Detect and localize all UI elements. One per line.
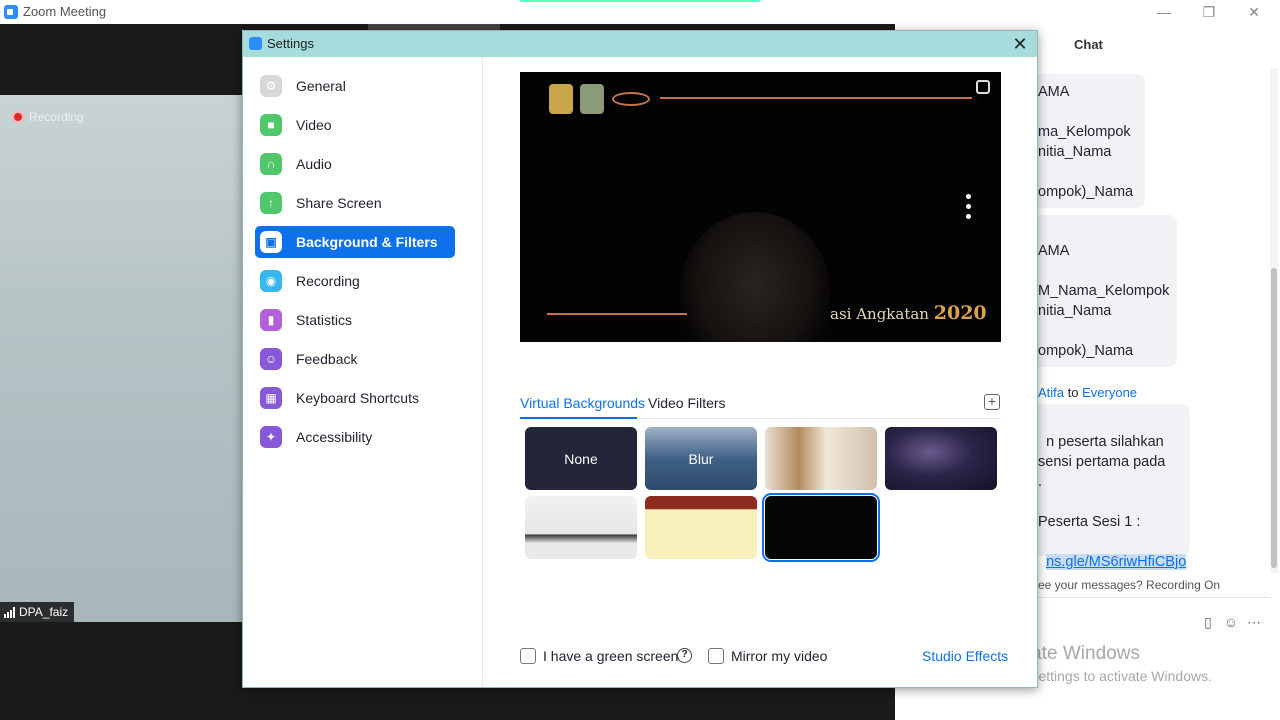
zoom-app-icon (4, 5, 18, 19)
sidebar-item-label: General (296, 78, 346, 94)
sidebar-item-statistics[interactable]: ▮ Statistics (255, 304, 455, 336)
settings-title: Settings (267, 36, 314, 51)
headphones-icon: ∩ (260, 153, 282, 175)
gear-icon: ⚙ (260, 75, 282, 97)
chat-message-text: n peserta silahkan sensi pertama pada . … (1038, 434, 1166, 530)
sidebar-item-label: Statistics (296, 312, 353, 328)
share-screen-icon: ↑ (260, 192, 282, 214)
keyboard-icon: ▦ (260, 387, 282, 409)
preview-more-icon[interactable] (966, 194, 972, 219)
accessibility-icon: ✦ (260, 426, 282, 448)
sidebar-item-background-filters[interactable]: ▣ Background & Filters (255, 226, 455, 258)
green-screen-label: I have a green screen (543, 648, 679, 664)
chat-sender-line: Atifa to Everyone (1038, 385, 1137, 400)
background-plant-room[interactable] (525, 496, 637, 559)
sidebar-item-video[interactable]: ■ Video (255, 109, 455, 141)
background-label: Blur (688, 450, 714, 467)
sidebar-item-share-screen[interactable]: ↑ Share Screen (255, 187, 455, 219)
sidebar-item-label: Feedback (296, 351, 358, 367)
zoom-settings-icon (249, 37, 262, 50)
sidebar-item-keyboard-shortcuts[interactable]: ▦ Keyboard Shortcuts (255, 382, 455, 414)
share-indicator-strip (520, 0, 760, 2)
emoji-icon[interactable]: ☺ (1223, 614, 1239, 630)
file-icon[interactable]: ▯ (1200, 614, 1216, 631)
more-options-icon[interactable]: ⋯ (1246, 614, 1262, 631)
logo-emblem-2 (580, 84, 604, 114)
maximize-button[interactable]: ❐ (1189, 2, 1229, 22)
preview-popout-icon[interactable] (976, 80, 990, 94)
chat-title: Chat (1074, 37, 1103, 52)
chat-scrollbar-thumb[interactable] (1271, 268, 1277, 568)
recording-indicator[interactable]: Recording (12, 110, 84, 124)
settings-titlebar: Settings ✕ (243, 31, 1037, 57)
settings-close-button[interactable]: ✕ (1009, 31, 1031, 57)
chat-scrollbar[interactable] (1270, 68, 1278, 573)
logo-emblem-3 (612, 92, 650, 106)
background-label: None (564, 450, 598, 467)
signal-strength-icon (4, 606, 15, 618)
preview-caption-text: asi Angkatan (830, 305, 929, 323)
add-background-icon[interactable]: + (984, 394, 1000, 410)
chat-message-text: AMA M_Nama_Kelompok nitia_Nama ompok)_Na… (1038, 243, 1170, 359)
sidebar-item-label: Background & Filters (296, 234, 438, 250)
preview-bottom-line (547, 313, 687, 315)
mirror-video-label: Mirror my video (731, 648, 828, 664)
participant-video-tile[interactable] (0, 95, 245, 622)
sidebar-item-recording[interactable]: ◉ Recording (255, 265, 455, 297)
chat-message-link[interactable]: ns.gle/MS6riwHfiCBjo (1046, 554, 1187, 570)
chat-message: AMA M_Nama_Kelompok nitia_Nama ompok)_Na… (1032, 215, 1177, 367)
active-tab-underline (520, 417, 637, 419)
sidebar-item-label: Audio (296, 156, 332, 172)
participant-name-tag: DPA_faiz (0, 602, 75, 622)
participant-name: DPA_faiz (19, 605, 69, 619)
logo-emblem-1 (549, 84, 573, 114)
recording-icon: ◉ (260, 270, 282, 292)
settings-dialog: Settings ✕ ⚙ General ■ Video ∩ Audio ↑ Share Sc… (242, 30, 1038, 688)
background-icon: ▣ (260, 231, 282, 253)
mirror-video-checkbox[interactable] (708, 648, 724, 664)
window-titlebar: Zoom Meeting — ❐ ✕ (0, 0, 1280, 24)
chat-sender-to: to (1067, 385, 1079, 400)
record-dot-icon (12, 111, 24, 123)
sidebar-item-label: Video (296, 117, 332, 133)
video-camera-icon: ■ (260, 114, 282, 136)
preview-top-line (660, 97, 972, 99)
sidebar-item-audio[interactable]: ∩ Audio (255, 148, 455, 180)
sidebar-item-label: Recording (296, 273, 360, 289)
sidebar-item-label: Keyboard Shortcuts (296, 390, 419, 406)
background-custom-selected[interactable] (762, 493, 880, 562)
chat-recording-note: ee your messages? Recording On (1038, 578, 1221, 592)
close-window-button[interactable]: ✕ (1234, 2, 1274, 22)
background-blur[interactable]: Blur (645, 427, 757, 490)
chat-sender-target[interactable]: Everyone (1082, 385, 1137, 400)
chat-message: n peserta silahkan sensi pertama pada . … (1032, 404, 1190, 570)
preview-caption-year: 2020 (933, 302, 987, 324)
tab-virtual-backgrounds[interactable]: Virtual Backgrounds (520, 395, 645, 411)
statistics-icon: ▮ (260, 309, 282, 331)
sidebar-item-general[interactable]: ⚙ General (255, 70, 455, 102)
background-room[interactable] (765, 427, 877, 490)
preview-caption: asi Angkatan 2020 (830, 302, 987, 324)
chat-sender-name[interactable]: Atifa (1038, 385, 1064, 400)
studio-effects-link[interactable]: Studio Effects (922, 648, 1008, 664)
chat-message-text: AMA ma_Kelompok nitia_Nama ompok)_Nama (1038, 84, 1134, 200)
chat-divider (1038, 597, 1270, 598)
feedback-icon: ☺ (260, 348, 282, 370)
sidebar-item-accessibility[interactable]: ✦ Accessibility (255, 421, 455, 453)
chat-message: AMA ma_Kelompok nitia_Nama ompok)_Nama (1032, 74, 1145, 208)
sidebar-item-label: Share Screen (296, 195, 382, 211)
background-none[interactable]: None (525, 427, 637, 490)
window-title: Zoom Meeting (23, 4, 107, 19)
video-preview: asi Angkatan 2020 (520, 72, 1001, 342)
sidebar-item-label: Accessibility (296, 429, 373, 445)
green-screen-checkbox[interactable] (520, 648, 536, 664)
preview-person (680, 212, 830, 342)
recording-indicator-label: Recording (29, 110, 84, 124)
help-icon[interactable]: ? (677, 648, 692, 663)
tab-video-filters[interactable]: Video Filters (648, 395, 726, 411)
background-event-banner[interactable] (645, 496, 757, 559)
background-galaxy[interactable] (885, 427, 997, 490)
minimize-button[interactable]: — (1144, 2, 1184, 22)
sidebar-item-feedback[interactable]: ☺ Feedback (255, 343, 455, 375)
